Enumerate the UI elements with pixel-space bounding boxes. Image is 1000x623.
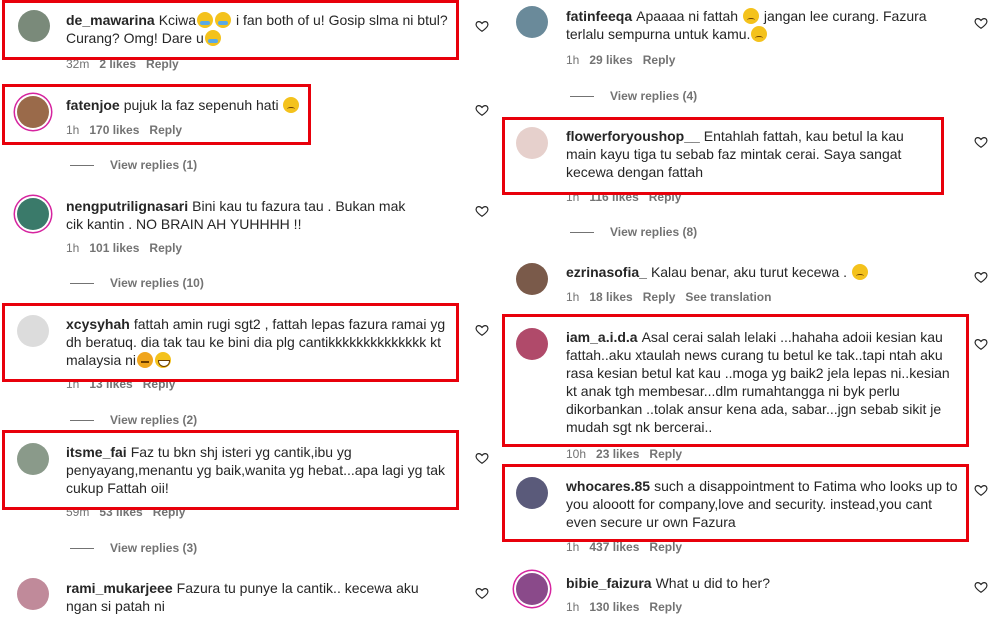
comment-username[interactable]: xcysyhah: [66, 316, 130, 332]
comment-username[interactable]: flowerforyoushop__: [566, 128, 700, 144]
comment-meta: 1h 437 likes Reply: [566, 540, 683, 554]
comment-username[interactable]: bibie_faizura: [566, 575, 652, 591]
see-translation-link[interactable]: See translation: [685, 290, 771, 304]
heart-icon[interactable]: [974, 135, 988, 149]
comment-meta: 59m 53 likes Reply: [66, 505, 186, 519]
avatar[interactable]: [17, 198, 49, 230]
sad-emoji-icon: [743, 8, 759, 24]
view-replies-button[interactable]: View replies (10): [70, 276, 204, 290]
comment-text: xcysyhah fattah amin rugi sgt2 , fattah l…: [66, 316, 446, 368]
comment-text: flowerforyoushop__ Entahlah fattah, kau b…: [566, 128, 904, 180]
avatar[interactable]: [17, 443, 49, 475]
heart-icon[interactable]: [475, 103, 489, 117]
comment-meta: 1h 170 likes Reply: [66, 123, 183, 137]
heart-icon[interactable]: [475, 586, 489, 600]
angry-emoji-icon: [137, 352, 154, 368]
heart-icon[interactable]: [475, 451, 489, 465]
comment-text: fatenjoe pujuk la faz sepenuh hati: [66, 96, 451, 114]
comment-meta: 1h 130 likes Reply: [566, 600, 683, 614]
crying-emoji-icon: [215, 12, 232, 28]
crying-emoji-icon: [197, 12, 214, 28]
heart-icon[interactable]: [974, 337, 988, 351]
grin-emoji-icon: [155, 352, 172, 368]
comment-text: nengputrilignasari Bini kau tu fazura tau…: [66, 198, 406, 232]
heart-icon[interactable]: [974, 483, 988, 497]
comment-username[interactable]: rami_mukarjeee: [66, 580, 173, 596]
comment-text: ezrinasofia_ Kalau benar, aku turut kecew…: [566, 263, 956, 281]
comment-username[interactable]: whocares.85: [566, 478, 650, 494]
comment-username[interactable]: de_mawarina: [66, 12, 155, 28]
heart-icon[interactable]: [475, 19, 489, 33]
view-replies-button[interactable]: View replies (3): [70, 541, 197, 555]
comment-meta: 1h 29 likes Reply: [566, 53, 676, 67]
heart-icon[interactable]: [475, 323, 489, 337]
comment-text: bibie_faizura What u did to her?: [566, 575, 770, 591]
avatar[interactable]: [17, 96, 49, 128]
comment-meta: 1h 18 likes Reply See translation: [566, 290, 772, 304]
avatar[interactable]: [516, 263, 548, 295]
avatar[interactable]: [18, 10, 50, 42]
comment-meta: 1h 13 likes Reply: [66, 377, 176, 391]
heart-icon[interactable]: [475, 204, 489, 218]
view-replies-button[interactable]: View replies (1): [70, 158, 197, 172]
crying-emoji-icon: [204, 30, 221, 46]
comment-meta: 1h 101 likes Reply: [66, 241, 183, 255]
comment-username[interactable]: ezrinasofia_: [566, 264, 647, 280]
comment-text: de_mawarina Kciwa i fan both of u! Gosip …: [66, 12, 448, 46]
comment-text: iam_a.i.d.a Asal cerai salah lelaki ...ha…: [566, 329, 950, 435]
comment-text: fatinfeeqa Apaaaa ni fattah jangan lee cu…: [566, 8, 927, 42]
comment-text: whocares.85 such a disappointment to Fati…: [566, 478, 958, 530]
heart-icon[interactable]: [974, 580, 988, 594]
avatar[interactable]: [516, 573, 548, 605]
avatar[interactable]: [516, 477, 548, 509]
avatar[interactable]: [516, 127, 548, 159]
view-replies-button[interactable]: View replies (8): [570, 225, 697, 239]
heart-icon[interactable]: [974, 16, 988, 30]
sad-emoji-icon: [283, 97, 300, 113]
comment-meta: 10h 23 likes Reply: [566, 447, 683, 461]
sad-emoji-icon: [751, 26, 768, 42]
comment-username[interactable]: itsme_fai: [66, 444, 127, 460]
comment-text: itsme_fai Faz tu bkn shj isteri yg cantik…: [66, 444, 446, 496]
comment-meta: 32m 2 likes Reply: [66, 57, 179, 71]
comment-username[interactable]: nengputrilignasari: [66, 198, 188, 214]
comment-username[interactable]: fatinfeeqa: [566, 8, 632, 24]
avatar[interactable]: [516, 6, 548, 38]
comment-meta: 1h 116 likes Reply: [566, 190, 682, 204]
avatar[interactable]: [17, 315, 49, 347]
comment-username[interactable]: fatenjoe: [66, 97, 120, 113]
comment-username[interactable]: iam_a.i.d.a: [566, 329, 638, 345]
heart-icon[interactable]: [974, 270, 988, 284]
view-replies-button[interactable]: View replies (4): [570, 89, 697, 103]
view-replies-button[interactable]: View replies (2): [70, 413, 197, 427]
avatar[interactable]: [17, 578, 49, 610]
comment-text: rami_mukarjeee Fazura tu punye la cantik.…: [66, 580, 419, 614]
disappointed-emoji-icon: [851, 264, 868, 280]
avatar[interactable]: [516, 328, 548, 360]
